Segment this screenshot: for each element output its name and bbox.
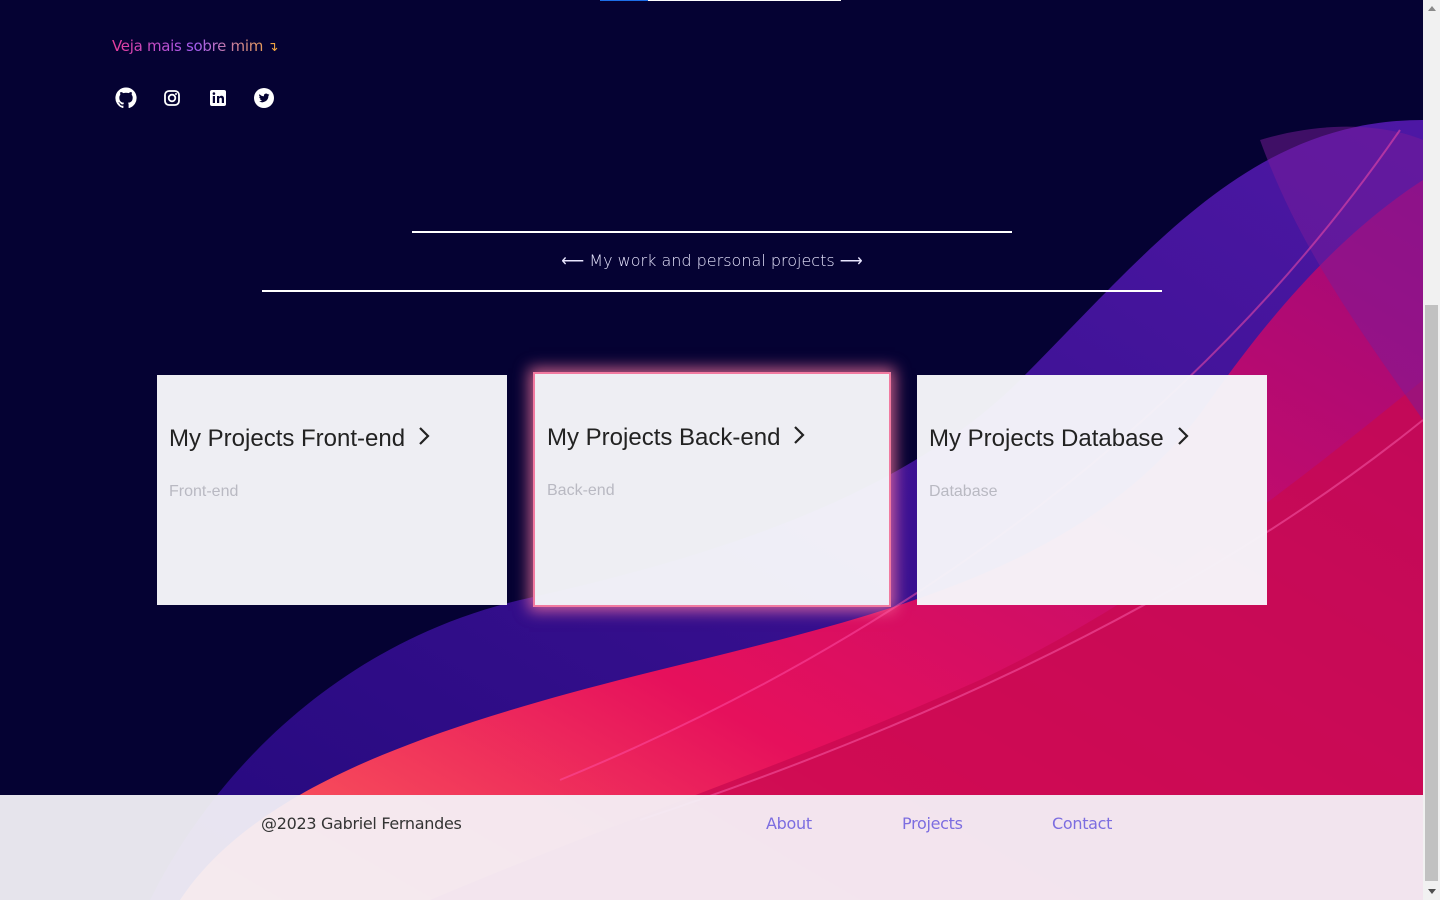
chevron-right-icon — [1176, 425, 1190, 447]
see-more-link[interactable]: Veja mais sobre mim ↴ — [112, 37, 278, 55]
scrollbar[interactable] — [1423, 0, 1440, 900]
card-title: My Projects Front-end — [169, 425, 406, 452]
copyright-text: @2023 Gabriel Fernandes — [261, 814, 462, 833]
footer-link-projects[interactable]: Projects — [902, 814, 963, 833]
chevron-right-icon — [417, 425, 431, 447]
instagram-icon[interactable] — [160, 86, 184, 110]
card-database[interactable]: My Projects Database Database — [917, 375, 1267, 605]
social-links — [114, 86, 276, 110]
twitter-icon[interactable] — [252, 86, 276, 110]
linkedin-icon[interactable] — [206, 86, 230, 110]
github-icon[interactable] — [114, 86, 138, 110]
scroll-down-arrow-icon[interactable] — [1423, 883, 1440, 900]
footer-link-about[interactable]: About — [766, 814, 812, 833]
card-subtitle: Back-end — [547, 482, 615, 499]
scrollbar-thumb[interactable] — [1425, 305, 1438, 881]
chevron-right-icon — [792, 424, 806, 446]
divider-bottom — [262, 290, 1162, 292]
scroll-up-arrow-icon[interactable] — [1423, 0, 1440, 17]
card-title-row: My Projects Database — [929, 425, 1255, 453]
card-title: My Projects Database — [929, 425, 1164, 452]
card-subtitle: Database — [929, 483, 998, 500]
footer: @2023 Gabriel Fernandes About Projects C… — [0, 795, 1423, 900]
divider-top — [412, 231, 1012, 233]
card-title: My Projects Back-end — [547, 424, 781, 451]
card-subtitle: Front-end — [169, 483, 239, 500]
card-backend[interactable]: My Projects Back-end Back-end — [533, 372, 891, 607]
footer-link-contact[interactable]: Contact — [1052, 814, 1112, 833]
section-heading: ⟵ My work and personal projects ⟶ — [561, 251, 863, 270]
see-more-label: Veja mais sobre mim — [112, 37, 264, 55]
card-frontend[interactable]: My Projects Front-end Front-end — [157, 375, 507, 605]
see-more-arrow: ↴ — [267, 40, 279, 55]
progress-indicator — [600, 0, 648, 1]
card-title-row: My Projects Back-end — [547, 424, 877, 452]
card-title-row: My Projects Front-end — [169, 425, 495, 453]
